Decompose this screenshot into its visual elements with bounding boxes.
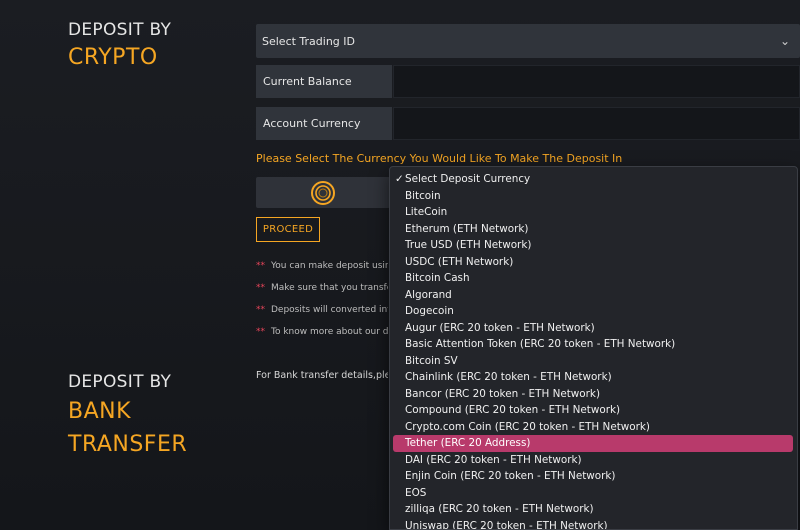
trading-id-select[interactable]: Select Trading ID ⌄ (256, 24, 800, 58)
current-balance-label: Current Balance (256, 65, 392, 98)
currency-option[interactable]: Bitcoin Cash (393, 270, 793, 287)
coin-icon (311, 180, 335, 205)
deposit-notes: ** You can make deposit using any ** Make … (256, 261, 388, 349)
currency-option[interactable]: Crypto.com Coin (ERC 20 token - ETH Netw… (393, 419, 793, 436)
crypto-title-line2: CRYPTO (68, 45, 158, 70)
account-currency-label: Account Currency (256, 107, 392, 140)
note-text: To know more about our deposi (271, 327, 388, 337)
note-text: Make sure that you transfer fund (271, 283, 388, 293)
bank-title-line3: TRANSFER (68, 432, 188, 457)
note-item: ** To know more about our deposi (256, 327, 388, 349)
account-currency-row: Account Currency (256, 107, 800, 140)
note-marker: ** (256, 327, 265, 337)
currency-option[interactable]: ✓Select Deposit Currency (393, 171, 793, 188)
note-item: ** You can make deposit using any (256, 261, 388, 283)
currency-option[interactable]: Tether (ERC 20 Address) (393, 435, 793, 452)
note-text: Deposits will converted into the (271, 305, 388, 315)
crypto-title-line1: DEPOSIT BY (68, 20, 172, 40)
check-icon: ✓ (395, 173, 404, 185)
currency-option[interactable]: Bitcoin SV (393, 353, 793, 370)
bank-transfer-text: For Bank transfer details,please c (256, 370, 388, 381)
note-item: ** Make sure that you transfer fund (256, 283, 388, 305)
currency-option[interactable]: Enjin Coin (ERC 20 token - ETH Network) (393, 468, 793, 485)
currency-option[interactable]: Etherum (ETH Network) (393, 221, 793, 238)
currency-option[interactable]: Algorand (393, 287, 793, 304)
currency-option[interactable]: Augur (ERC 20 token - ETH Network) (393, 320, 793, 337)
currency-option[interactable]: Chainlink (ERC 20 token - ETH Network) (393, 369, 793, 386)
current-balance-field[interactable] (393, 65, 800, 98)
bank-title-line2: BANK (68, 399, 132, 424)
currency-option[interactable]: Dogecoin (393, 303, 793, 320)
account-currency-field[interactable] (393, 107, 800, 140)
currency-option[interactable]: Compound (ERC 20 token - ETH Network) (393, 402, 793, 419)
crypto-section-title: DEPOSIT BY CRYPTO (68, 20, 171, 71)
currency-option[interactable]: Uniswap (ERC 20 token - ETH Network) (393, 518, 793, 530)
currency-option[interactable]: LiteCoin (393, 204, 793, 221)
trading-id-select-label: Select Trading ID (262, 34, 356, 48)
bank-section-title: DEPOSIT BY BANK TRANSFER (68, 372, 187, 458)
deposit-currency-dropdown[interactable]: ✓Select Deposit Currency Bitcoin LiteCoin E… (389, 166, 798, 530)
currency-option[interactable]: Basic Attention Token (ERC 20 token - ET… (393, 336, 793, 353)
note-marker: ** (256, 283, 265, 293)
currency-prompt: Please Select The Currency You Would Lik… (256, 152, 623, 165)
currency-option[interactable]: USDC (ETH Network) (393, 254, 793, 271)
currency-option[interactable]: DAI (ERC 20 token - ETH Network) (393, 452, 793, 469)
bank-title-line1: DEPOSIT BY (68, 372, 172, 392)
proceed-button[interactable]: PROCEED (256, 217, 320, 242)
currency-option[interactable]: EOS (393, 485, 793, 502)
currency-option[interactable]: True USD (ETH Network) (393, 237, 793, 254)
note-marker: ** (256, 305, 265, 315)
note-text: You can make deposit using any (271, 261, 388, 271)
currency-option[interactable]: zilliqa (ERC 20 token - ETH Network) (393, 501, 793, 518)
coin-selector[interactable] (256, 177, 390, 208)
currency-option[interactable]: Bitcoin (393, 188, 793, 205)
current-balance-row: Current Balance (256, 65, 800, 98)
currency-option[interactable]: Bancor (ERC 20 token - ETH Network) (393, 386, 793, 403)
currency-option-label: Select Deposit Currency (405, 173, 531, 185)
chevron-down-icon: ⌄ (779, 34, 790, 48)
note-item: ** Deposits will converted into the (256, 305, 388, 327)
note-marker: ** (256, 261, 265, 271)
